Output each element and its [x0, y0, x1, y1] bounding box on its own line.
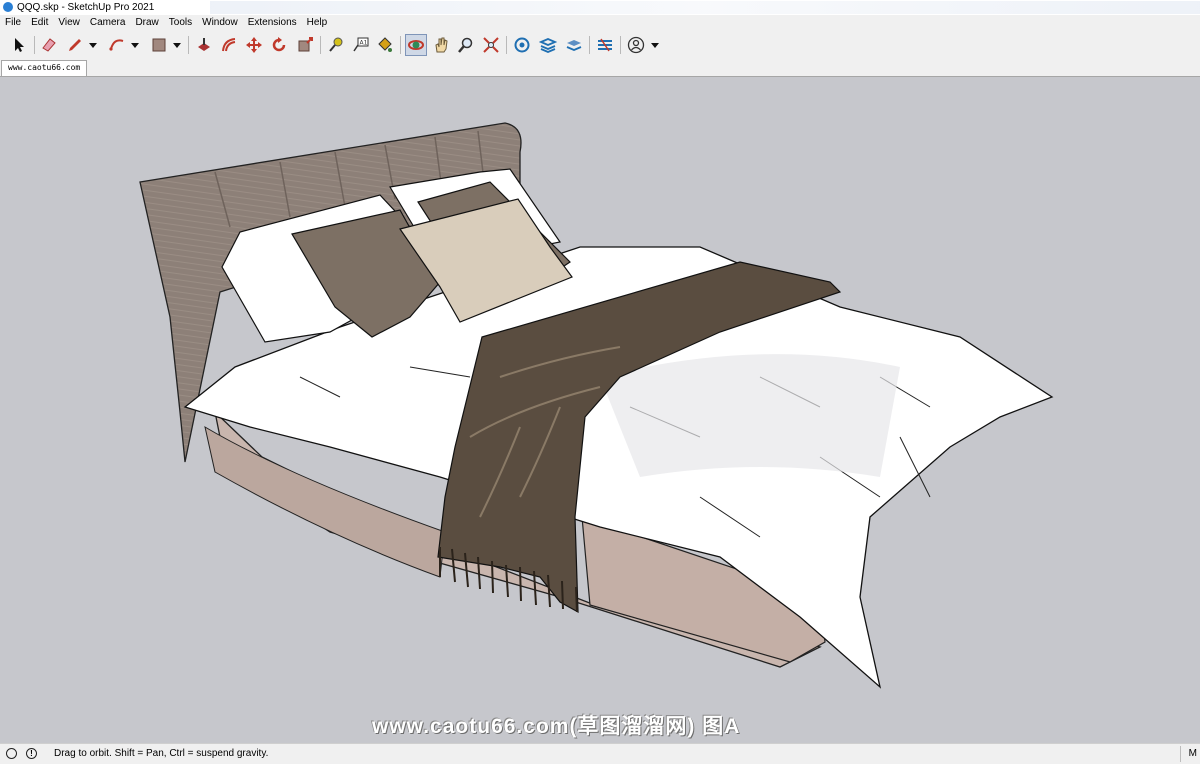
chevron-down-icon [173, 43, 181, 48]
chevron-down-icon [651, 43, 659, 48]
menu-edit[interactable]: Edit [26, 15, 53, 29]
eraser-tool-button[interactable] [38, 34, 60, 56]
scale-tool-button[interactable] [294, 34, 316, 56]
geo-location-icon[interactable] [6, 748, 17, 759]
menu-extensions[interactable]: Extensions [243, 15, 302, 29]
select-tool-button[interactable] [8, 34, 30, 56]
menu-window[interactable]: Window [197, 15, 243, 29]
zoom-icon [458, 37, 473, 53]
pan-icon [435, 37, 448, 53]
extension-manager-icon [598, 38, 612, 52]
zoom-extents-icon [483, 37, 499, 53]
orbit-icon [408, 40, 424, 50]
chevron-down-icon [131, 43, 139, 48]
toolbar-separator [34, 36, 35, 54]
toolbar-separator [400, 36, 401, 54]
menu-file[interactable]: File [0, 15, 26, 29]
text-tool-button[interactable]: A1 [350, 34, 372, 56]
select-icon [15, 38, 24, 52]
account-button[interactable] [625, 34, 647, 56]
chevron-down-icon [89, 43, 97, 48]
model-viewport[interactable] [0, 77, 1200, 743]
toolbar: A1 [0, 30, 1200, 61]
status-message: Drag to orbit. Shift = Pan, Ctrl = suspe… [54, 748, 269, 759]
account-dropdown[interactable] [648, 34, 662, 56]
scale-icon [298, 37, 313, 52]
offset-tool-button[interactable] [218, 34, 240, 56]
move-icon [246, 37, 262, 53]
paint-bucket-tool-button[interactable] [374, 34, 396, 56]
extension-warehouse-button[interactable] [537, 34, 559, 56]
arc-dropdown[interactable] [128, 34, 142, 56]
toolbar-separator [188, 36, 189, 54]
rotate-tool-button[interactable] [268, 34, 290, 56]
watermark: www.caotu66.com(草图溜溜网) 图A [372, 715, 741, 738]
3d-warehouse-icon [514, 37, 530, 53]
menu-tools[interactable]: Tools [164, 15, 197, 29]
svg-text:A1: A1 [360, 40, 368, 47]
orbit-tool-button[interactable] [405, 34, 427, 56]
tape-measure-tool-button[interactable] [325, 34, 347, 56]
rotate-icon [272, 37, 286, 52]
push-pull-icon [198, 38, 210, 51]
extension-warehouse-icon [539, 38, 557, 53]
extension-manager-button[interactable] [594, 34, 616, 56]
sketchup-app-icon [3, 2, 13, 12]
zoom-extents-tool-button[interactable] [480, 34, 502, 56]
window-title: QQQ.skp - SketchUp Pro 2021 [17, 2, 155, 13]
toolbar-separator [620, 36, 621, 54]
text-icon: A1 [353, 37, 369, 52]
rectangle-dropdown[interactable] [170, 34, 184, 56]
menu-view[interactable]: View [53, 15, 85, 29]
menu-bar: File Edit View Camera Draw Tools Window Extensi… [0, 15, 1200, 30]
menu-draw[interactable]: Draw [130, 15, 163, 29]
toolbar-separator [320, 36, 321, 54]
push-pull-tool-button[interactable] [193, 34, 215, 56]
pencil-tool-button[interactable] [64, 34, 86, 56]
arc-tool-button[interactable] [106, 34, 128, 56]
toolbar-separator [506, 36, 507, 54]
title-bar: QQQ.skp - SketchUp Pro 2021 [0, 0, 1200, 15]
pencil-icon [69, 39, 81, 51]
zoom-tool-button[interactable] [455, 34, 477, 56]
measurements-label: M [1188, 748, 1197, 759]
rectangle-tool-button[interactable] [148, 34, 170, 56]
layout-icon [566, 40, 582, 51]
offset-icon [222, 38, 236, 52]
duvet-shading [600, 354, 900, 477]
status-bar: ! Drag to orbit. Shift = Pan, Ctrl = sus… [0, 743, 1200, 764]
move-tool-button[interactable] [243, 34, 265, 56]
menu-help[interactable]: Help [302, 15, 333, 29]
background-taskbar-strip [210, 1, 1200, 14]
status-separator [1180, 746, 1181, 762]
account-icon [627, 36, 645, 54]
scene-tab-strip: www.caotu66.com [0, 60, 1200, 77]
pencil-dropdown[interactable] [86, 34, 100, 56]
scene-tab[interactable]: www.caotu66.com [1, 60, 88, 76]
bed-model-render [139, 122, 1054, 689]
arc-icon [109, 39, 124, 51]
rectangle-icon [152, 38, 166, 52]
tape-measure-icon [329, 37, 343, 52]
3d-warehouse-button[interactable] [511, 34, 533, 56]
eraser-icon [42, 38, 56, 52]
menu-camera[interactable]: Camera [85, 15, 131, 29]
paint-bucket-icon [378, 37, 392, 52]
layout-button[interactable] [563, 34, 585, 56]
pan-tool-button[interactable] [430, 34, 452, 56]
info-icon[interactable]: ! [26, 748, 37, 759]
toolbar-separator [589, 36, 590, 54]
